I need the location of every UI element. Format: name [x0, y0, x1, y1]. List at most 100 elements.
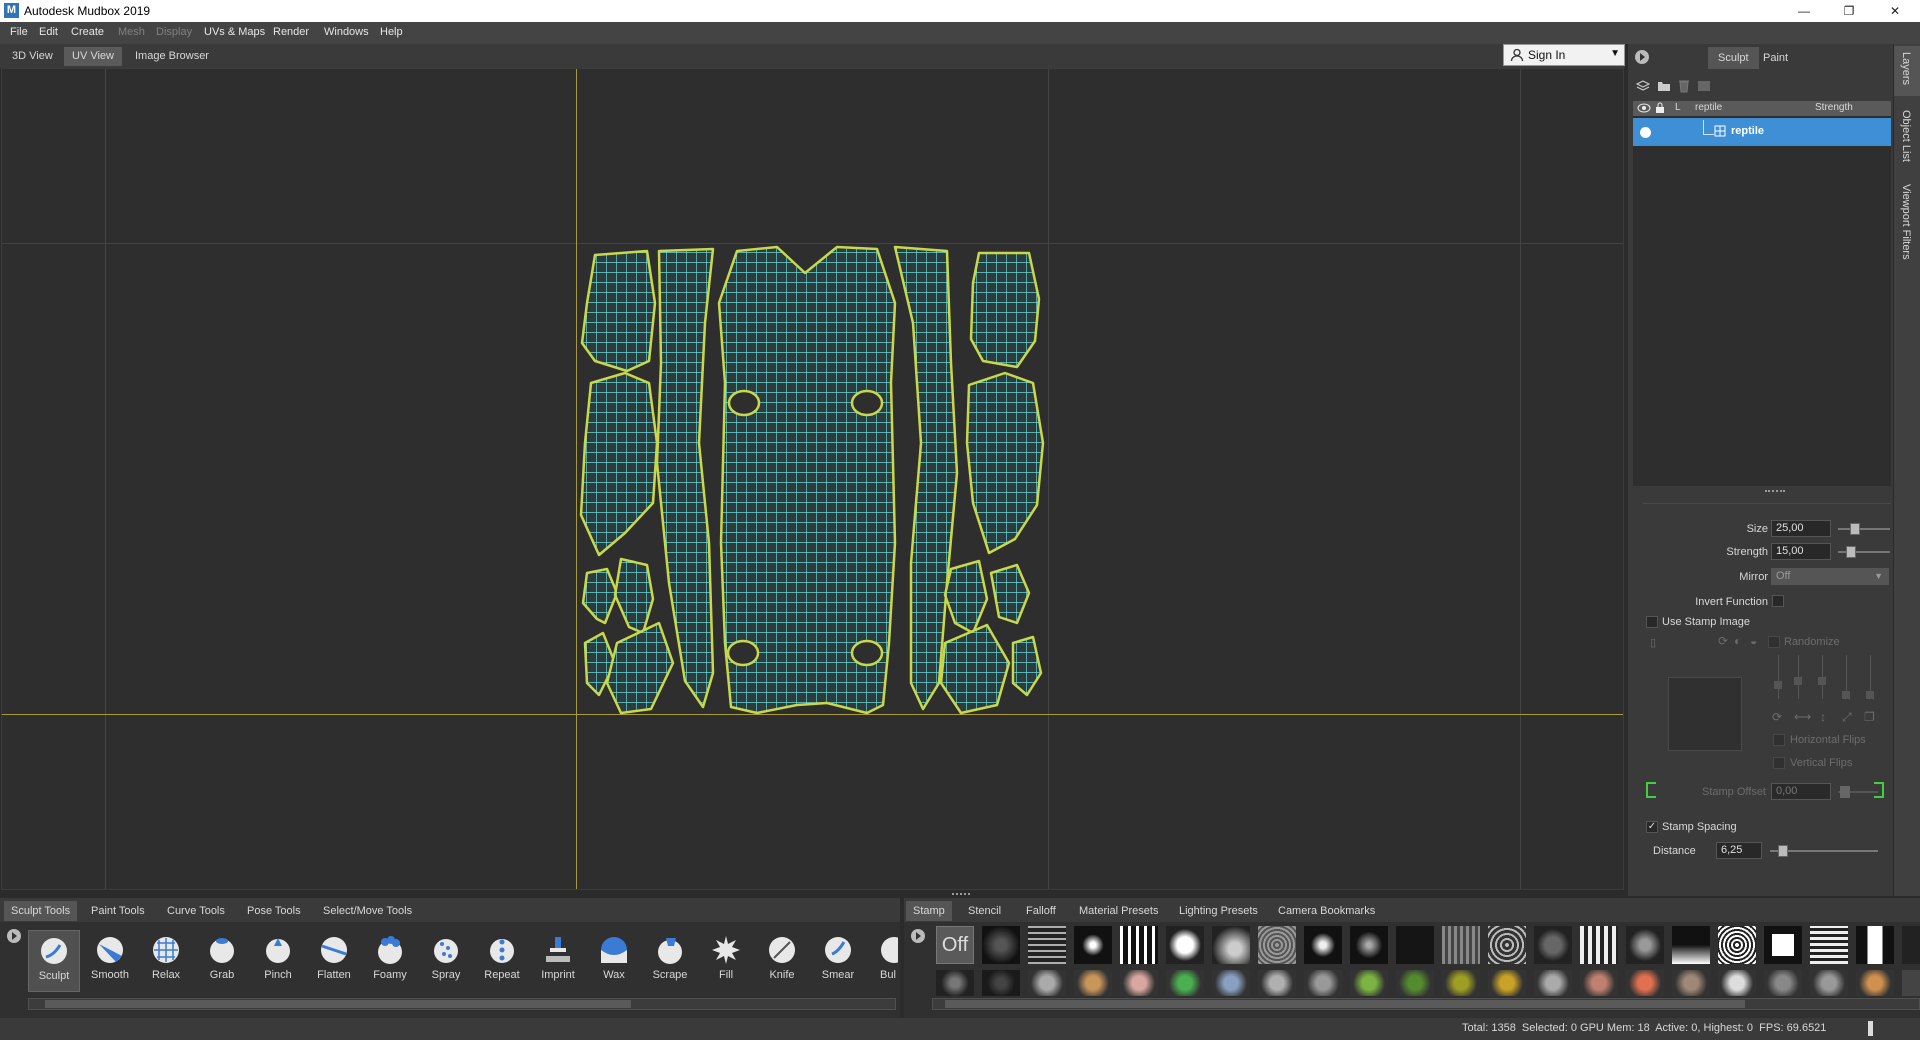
layer-list[interactable]	[1633, 116, 1891, 486]
tool-foamy[interactable]: Foamy	[364, 930, 416, 992]
stamp-shelf-arrow-icon[interactable]	[910, 928, 926, 944]
stamp-thumb[interactable]	[1258, 926, 1296, 964]
delete-icon[interactable]	[1678, 79, 1690, 93]
strength-input[interactable]: 15,00	[1771, 543, 1831, 560]
menu-uvs-maps[interactable]: UVs & Maps	[204, 26, 265, 38]
stamp-thumb[interactable]	[936, 970, 974, 996]
expand-arrow-icon[interactable]	[1634, 49, 1650, 65]
tool-sculpt[interactable]: Sculpt	[28, 930, 80, 992]
use-stamp-image-checkbox[interactable]	[1646, 616, 1658, 628]
tab-lighting-presets[interactable]: Lighting Presets	[1172, 901, 1265, 921]
tab-image-browser[interactable]: Image Browser	[127, 47, 217, 66]
tab-3d-view[interactable]: 3D View	[4, 47, 61, 66]
stamp-thumb[interactable]	[982, 970, 1020, 996]
stamp-thumb[interactable]	[1074, 926, 1112, 964]
stamp-thumb[interactable]	[1902, 926, 1920, 964]
tool-smear[interactable]: Smear	[812, 930, 864, 992]
vertical-flips-checkbox[interactable]	[1773, 757, 1785, 769]
stamp-thumb[interactable]	[1396, 926, 1434, 964]
tool-pinch[interactable]: Pinch	[252, 930, 304, 992]
shelf-arrow-icon[interactable]	[6, 928, 22, 944]
stamp-thumb[interactable]	[1304, 970, 1342, 996]
size-slider-knob[interactable]	[1850, 523, 1860, 535]
stamp-thumb[interactable]	[1028, 970, 1066, 996]
stamp-thumb[interactable]	[1626, 970, 1664, 996]
stamp-preview[interactable]	[1668, 677, 1742, 751]
strength-slider-knob[interactable]	[1846, 546, 1856, 558]
stamp-thumb[interactable]	[1258, 970, 1296, 996]
tab-camera-bookmarks[interactable]: Camera Bookmarks	[1271, 901, 1382, 921]
stamp-thumb[interactable]	[1902, 970, 1920, 996]
stamp-spacing-checkbox[interactable]: ✓	[1646, 821, 1658, 833]
stamp-off-button[interactable]: Off	[936, 926, 974, 964]
stamp-thumb[interactable]	[1488, 926, 1526, 964]
menu-windows[interactable]: Windows	[324, 26, 369, 38]
menu-edit[interactable]: Edit	[39, 26, 58, 38]
stamp-thumb[interactable]	[1488, 970, 1526, 996]
stamp-thumb[interactable]	[1764, 926, 1802, 964]
stamp-thumb[interactable]	[1810, 926, 1848, 964]
stamp-thumb[interactable]	[1626, 926, 1664, 964]
stamp-thumb[interactable]	[1074, 970, 1112, 996]
stamp-thumb[interactable]	[1028, 926, 1066, 964]
stamp-sliders[interactable]	[1774, 655, 1876, 703]
tool-flatten[interactable]: Flatten	[308, 930, 360, 992]
distance-slider-knob[interactable]	[1778, 845, 1788, 857]
tool-shelf-scrollbar[interactable]	[28, 998, 896, 1010]
menu-create[interactable]: Create	[71, 26, 104, 38]
folder-icon[interactable]	[1657, 80, 1671, 92]
tool-scrape[interactable]: Scrape	[644, 930, 696, 992]
close-button[interactable]: ✕	[1873, 0, 1917, 22]
stamp-thumb[interactable]	[1856, 970, 1894, 996]
tab-paint-tools[interactable]: Paint Tools	[84, 901, 152, 921]
horizontal-flips-checkbox[interactable]	[1773, 734, 1785, 746]
stamp-offset-input[interactable]: 0,00	[1771, 783, 1831, 800]
stamp-thumb[interactable]	[1810, 970, 1848, 996]
maximize-button[interactable]: ❐	[1827, 0, 1871, 22]
stamp-thumb[interactable]	[1580, 926, 1618, 964]
stamp-thumb[interactable]	[1120, 926, 1158, 964]
shelf-resize-handle[interactable]	[952, 893, 970, 896]
stamp-thumb[interactable]	[1396, 970, 1434, 996]
stamp-thumb[interactable]	[1442, 970, 1480, 996]
stamp-thumb[interactable]	[1718, 926, 1756, 964]
menu-file[interactable]: File	[10, 26, 28, 38]
invert-function-checkbox[interactable]	[1772, 595, 1784, 607]
randomize-checkbox[interactable]	[1768, 636, 1780, 648]
stamp-thumb[interactable]	[982, 926, 1020, 964]
tool-spray[interactable]: Spray	[420, 930, 472, 992]
stamp-thumb[interactable]	[1442, 926, 1480, 964]
stamp-offset-knob[interactable]	[1840, 786, 1850, 798]
panel-resize-handle[interactable]	[1765, 490, 1785, 493]
stamp-thumb[interactable]	[1166, 970, 1204, 996]
stamp-thumb[interactable]	[1304, 926, 1342, 964]
size-input[interactable]: 25,00	[1771, 520, 1831, 537]
stamp-thumb[interactable]	[1534, 926, 1572, 964]
stamp-shelf-scrollbar[interactable]	[932, 998, 1920, 1010]
menu-help[interactable]: Help	[380, 26, 403, 38]
tool-repeat[interactable]: Repeat	[476, 930, 528, 992]
stamp-thumb[interactable]	[1120, 970, 1158, 996]
tab-sculpt-tools[interactable]: Sculpt Tools	[4, 901, 78, 921]
stamp-thumb[interactable]	[1350, 926, 1388, 964]
tool-fill[interactable]: Fill	[700, 930, 752, 992]
tab-falloff[interactable]: Falloff	[1019, 901, 1063, 921]
merge-layers-icon[interactable]	[1696, 79, 1712, 93]
tab-stamp[interactable]: Stamp	[906, 901, 952, 921]
tab-sculpt[interactable]: Sculpt	[1708, 47, 1759, 69]
tab-stencil[interactable]: Stencil	[961, 901, 1008, 921]
stamp-thumb[interactable]	[1764, 970, 1802, 996]
tool-relax[interactable]: Relax	[140, 930, 192, 992]
tab-paint[interactable]: Paint	[1753, 47, 1798, 69]
tab-material-presets[interactable]: Material Presets	[1072, 901, 1165, 921]
layer-row[interactable]: reptile	[1633, 118, 1891, 146]
size-slider[interactable]	[1838, 528, 1890, 530]
side-tab-layers-label[interactable]: Layers	[1900, 52, 1912, 85]
tab-select-move-tools[interactable]: Select/Move Tools	[316, 901, 419, 921]
menu-render[interactable]: Render	[273, 26, 309, 38]
tool-shelf-scroll-thumb[interactable]	[45, 1000, 631, 1008]
distance-input[interactable]: 6,25	[1716, 842, 1762, 859]
sign-in-button[interactable]: Sign In ▼	[1503, 44, 1625, 66]
stamp-thumb[interactable]	[1672, 926, 1710, 964]
tool-bulge[interactable]: Bul	[868, 930, 898, 992]
